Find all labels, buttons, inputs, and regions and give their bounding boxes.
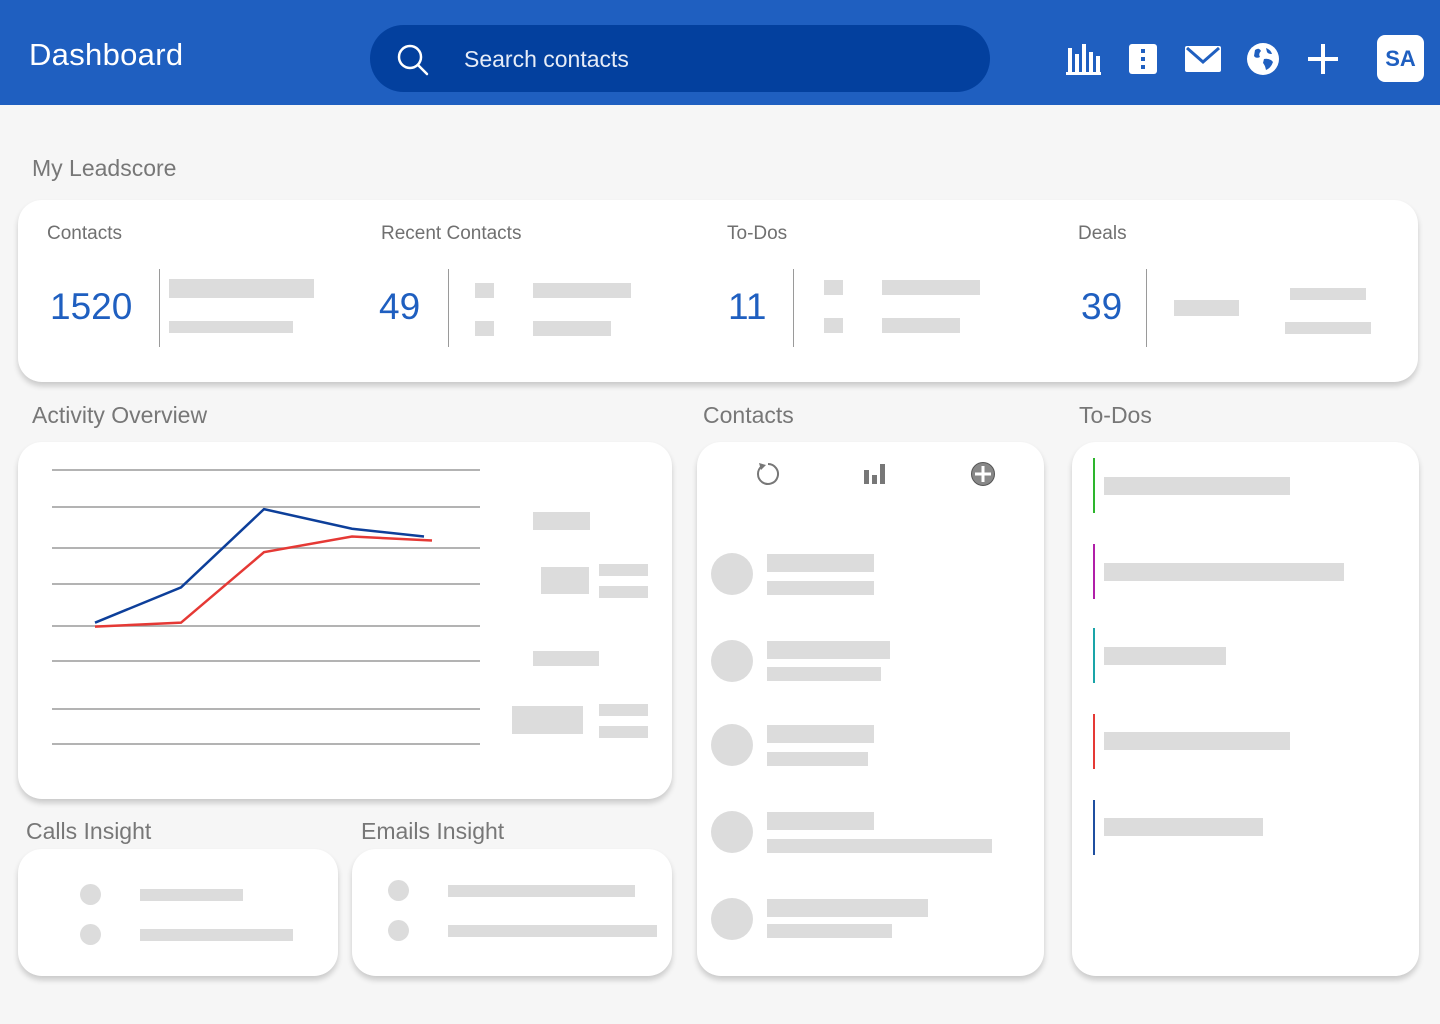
todo-accent-bar [1093,800,1095,855]
placeholder-bar [169,321,293,333]
divider [159,269,160,347]
globe-icon[interactable] [1244,40,1282,78]
divider [448,269,449,347]
kpi-value[interactable]: 11 [728,286,766,328]
placeholder-bar [767,641,890,659]
series-line-2 [94,535,433,628]
placeholder-bar [599,704,648,716]
divider [793,269,794,347]
todos-section-title: To-Dos [1079,402,1152,428]
bar-chart-icon[interactable] [863,462,889,486]
contact-book-icon[interactable] [1124,40,1162,78]
status-dot [388,880,409,901]
todo-accent-bar [1093,714,1095,769]
status-dot [80,884,101,905]
emails-insight-title: Emails Insight [361,818,505,844]
status-dot [80,924,101,945]
placeholder-bar [882,280,980,295]
series-line-1 [94,507,425,624]
placeholder-bar [1104,477,1290,495]
placeholder-bar [1285,322,1371,334]
avatar [711,640,753,682]
calls-insight-title: Calls Insight [26,818,152,844]
placeholder-bar [475,321,494,336]
placeholder-bar [1290,288,1366,300]
activity-card [18,442,672,799]
add-circle-icon[interactable] [970,461,996,487]
activity-line-chart [52,469,480,745]
refresh-icon[interactable] [755,461,781,487]
leadscore-section-title: My Leadscore [32,155,177,181]
kpi-value[interactable]: 39 [1081,286,1122,328]
plus-icon[interactable] [1304,40,1342,78]
avatar [711,811,753,853]
placeholder-bar [541,567,589,594]
kpi-label: To-Dos [727,223,788,244]
top-bar: Dashboard Search contacts SA [0,0,1440,105]
search-input[interactable]: Search contacts [464,46,629,73]
todo-accent-bar [1093,458,1095,513]
placeholder-bar [767,725,874,743]
placeholder-bar [767,554,874,572]
kpi-value[interactable]: 1520 [50,286,132,328]
placeholder-bar [512,706,583,734]
placeholder-bar [1104,732,1290,750]
activity-section-title: Activity Overview [32,402,208,428]
placeholder-bar [533,651,599,666]
kpi-label: Contacts [47,223,122,244]
todo-accent-bar [1093,628,1095,683]
placeholder-bar [599,726,648,738]
placeholder-bar [767,899,928,917]
placeholder-bar [767,752,868,766]
placeholder-bar [533,512,590,530]
avatar [711,898,753,940]
placeholder-bar [767,924,892,938]
placeholder-bar [1104,647,1226,665]
placeholder-bar [1174,300,1239,316]
placeholder-bar [882,318,960,333]
placeholder-bar [767,839,992,853]
placeholder-bar [1104,818,1263,836]
mail-icon[interactable] [1184,40,1222,78]
status-dot [388,920,409,941]
placeholder-bar [824,280,843,295]
placeholder-bar [140,889,243,901]
contacts-section-title: Contacts [703,402,794,428]
placeholder-bar [169,279,314,298]
placeholder-bar [599,564,648,576]
divider [1146,269,1147,347]
todos-card [1072,442,1419,976]
placeholder-bar [767,812,874,830]
placeholder-bar [448,925,657,937]
placeholder-bar [1104,563,1344,581]
search-bar[interactable]: Search contacts [370,25,990,92]
avatar [711,724,753,766]
emails-insight-card [352,849,672,976]
placeholder-bar [767,667,881,681]
placeholder-bar [448,885,635,897]
leadscore-card: Contacts 1520 Recent Contacts 49 To-Dos … [18,200,1418,382]
kpi-value[interactable]: 49 [379,286,420,328]
avatar [711,553,753,595]
page-title: Dashboard [29,37,184,72]
todo-accent-bar [1093,544,1095,599]
contacts-card [697,442,1044,976]
avatar[interactable]: SA [1377,35,1424,82]
placeholder-bar [140,929,293,941]
placeholder-bar [599,586,648,598]
placeholder-bar [533,283,631,298]
bar-chart-icon[interactable] [1064,40,1102,78]
calls-insight-card [18,849,338,976]
search-icon [397,44,429,76]
kpi-label: Recent Contacts [381,223,522,244]
placeholder-bar [824,318,843,333]
placeholder-bar [767,581,874,595]
placeholder-bar [475,283,494,298]
placeholder-bar [533,321,611,336]
kpi-label: Deals [1078,223,1127,244]
